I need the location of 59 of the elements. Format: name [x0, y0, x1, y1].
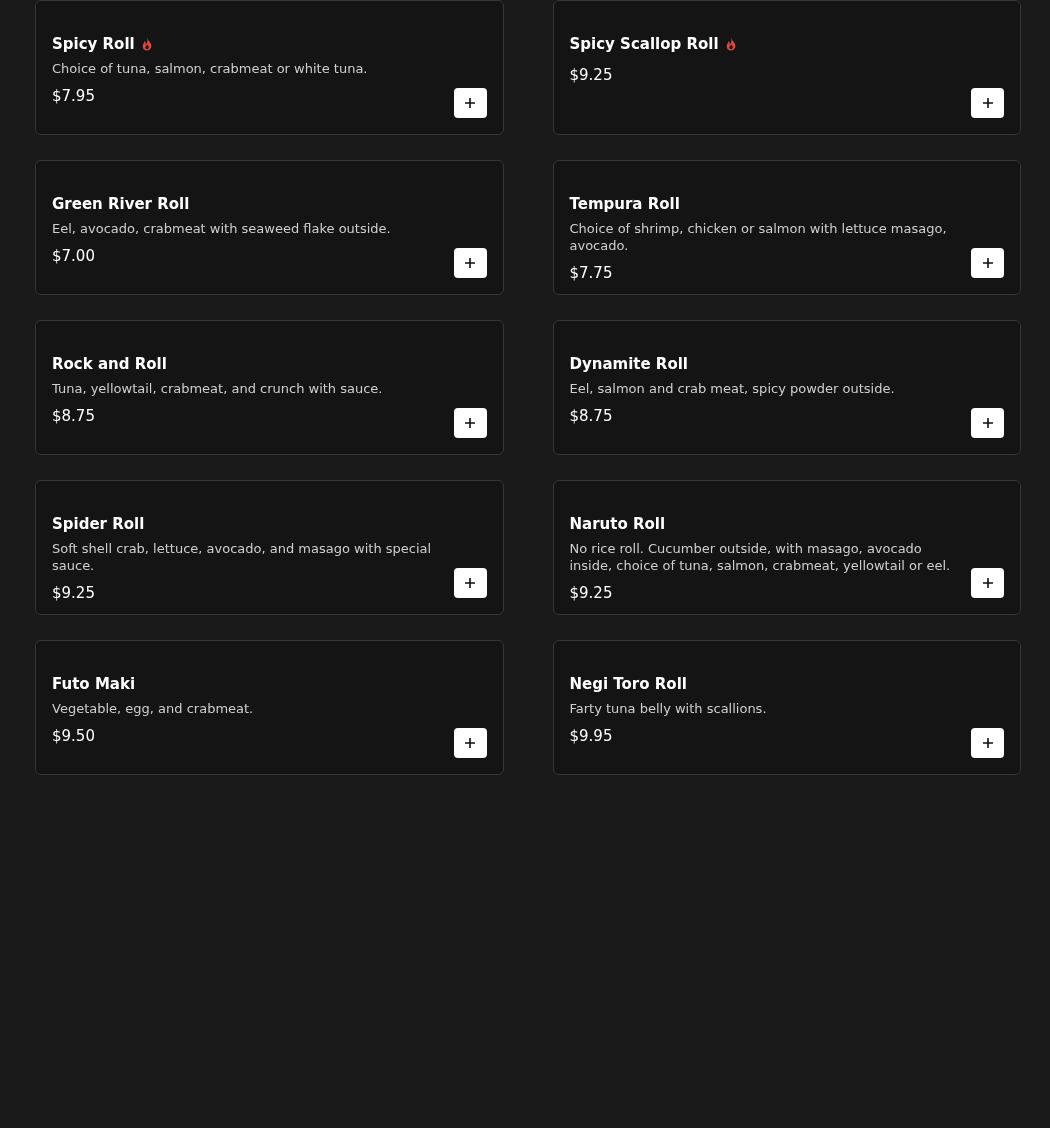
item-description: Farty tuna belly with scallions.: [569, 699, 768, 717]
menu-item-card[interactable]: Dynamite Roll Eel, salmon and crab meat, spicy powder outside. $8.75: [552, 320, 1021, 455]
menu-item-card[interactable]: Tempura Roll Choice of shrimp, chicken or salmon with lettuce masago, avocado. $7.75: [552, 160, 1021, 295]
menu-item-card[interactable]: Spider Roll Soft shell crab, lettuce, avocado, and masago with special sauce. $9.25: [35, 480, 504, 615]
add-button[interactable]: [453, 88, 487, 118]
add-button[interactable]: [453, 248, 487, 278]
item-price: $9.25: [569, 582, 614, 604]
item-description: No rice roll. Cucumber outside, with masago, avocado inside, choice of tuna, salmon, crabmeat, yellowtail or eel.: [569, 539, 952, 574]
menu-item-card[interactable]: Futo Maki Vegetable, egg, and crabmeat. $9.50: [35, 640, 504, 775]
item-price: $7.00: [52, 245, 96, 267]
item-description: Eel, avocado, crabmeat with seaweed flake outside.: [52, 219, 392, 237]
item-price: $9.95: [569, 725, 614, 747]
plus-icon: [465, 418, 475, 428]
menu-item-card[interactable]: Rock and Roll Tuna, yellowtail, crabmeat, and crunch with sauce. $8.75: [35, 320, 504, 455]
menu-item-card[interactable]: Naruto Roll No rice roll. Cucumber outside, with masago, avocado inside, choice of tuna, salmon, crabmeat, yellowtail or eel. $9.25: [552, 480, 1021, 615]
add-button[interactable]: [971, 408, 1004, 438]
item-name: Futo Maki: [52, 674, 136, 695]
item-name: Spicy Scallop Roll: [569, 34, 719, 55]
item-price: $8.75: [569, 405, 614, 427]
add-button[interactable]: [971, 568, 1004, 598]
item-description: Vegetable, egg, and crabmeat.: [52, 699, 255, 717]
item-name: Spider Roll: [52, 514, 145, 535]
plus-icon: [465, 738, 475, 748]
item-name: Spicy Roll: [52, 34, 135, 55]
add-button[interactable]: [971, 728, 1004, 758]
add-button[interactable]: [453, 728, 487, 758]
menu-item-card[interactable]: Green River Roll Eel, avocado, crabmeat with seaweed flake outside. $7.00: [35, 160, 504, 295]
item-description: Eel, salmon and crab meat, spicy powder outside.: [569, 379, 896, 397]
item-price: $7.75: [569, 262, 614, 284]
item-description: Choice of tuna, salmon, crabmeat or white tuna.: [52, 59, 369, 77]
item-price: $7.95: [52, 85, 96, 107]
plus-icon: [982, 578, 993, 588]
item-name: Green River Roll: [52, 194, 190, 215]
item-description: Choice of shrimp, chicken or salmon with lettuce masago, avocado.: [569, 219, 948, 254]
plus-icon: [465, 98, 475, 108]
add-button[interactable]: [971, 248, 1004, 278]
add-button[interactable]: [971, 88, 1004, 118]
item-description: Soft shell crab, lettuce, avocado, and masago with special sauce.: [52, 539, 433, 574]
item-price: $9.25: [569, 64, 614, 86]
plus-icon: [982, 258, 993, 268]
item-name: Tempura Roll: [569, 194, 680, 215]
add-button[interactable]: [453, 568, 487, 598]
item-price: $8.75: [52, 405, 96, 427]
plus-icon: [982, 418, 993, 428]
menu-item-card[interactable]: Spicy Roll Choice of tuna, salmon, crabmeat or white tuna. $7.95: [35, 0, 504, 135]
plus-icon: [465, 258, 475, 268]
add-button[interactable]: [453, 408, 487, 438]
item-name: Rock and Roll: [52, 354, 167, 375]
menu-item-card[interactable]: Negi Toro Roll Farty tuna belly with scallions. $9.95: [552, 640, 1021, 775]
item-name: Dynamite Roll: [569, 354, 688, 375]
item-price: $9.25: [52, 582, 96, 604]
menu-item-card[interactable]: Spicy Scallop Roll $9.25: [552, 0, 1021, 135]
item-name: Negi Toro Roll: [569, 674, 687, 695]
plus-icon: [982, 738, 993, 748]
plus-icon: [465, 578, 475, 588]
item-price: $9.50: [52, 725, 96, 747]
item-description: Tuna, yellowtail, crabmeat, and crunch with sauce.: [52, 379, 384, 397]
item-name: Naruto Roll: [569, 514, 666, 535]
plus-icon: [982, 98, 993, 108]
